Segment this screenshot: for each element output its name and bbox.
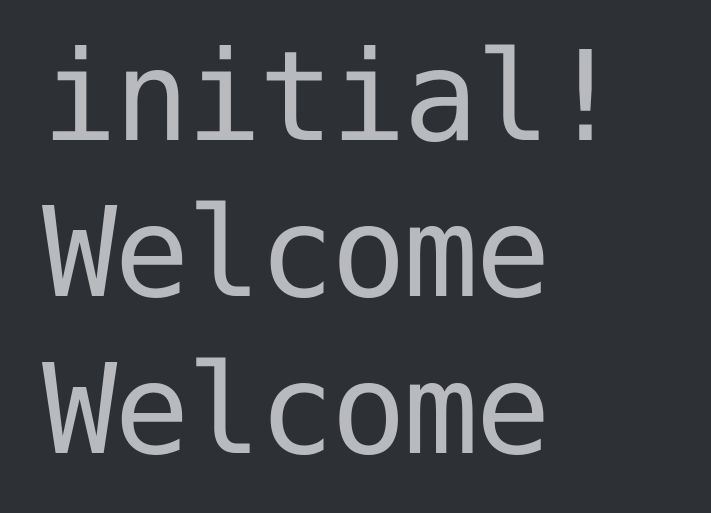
terminal-output: initial! Welcome Welcome [42, 20, 711, 489]
terminal-line: Welcome [42, 333, 711, 489]
terminal-line: Welcome [42, 176, 711, 332]
terminal-line: initial! [42, 20, 711, 176]
